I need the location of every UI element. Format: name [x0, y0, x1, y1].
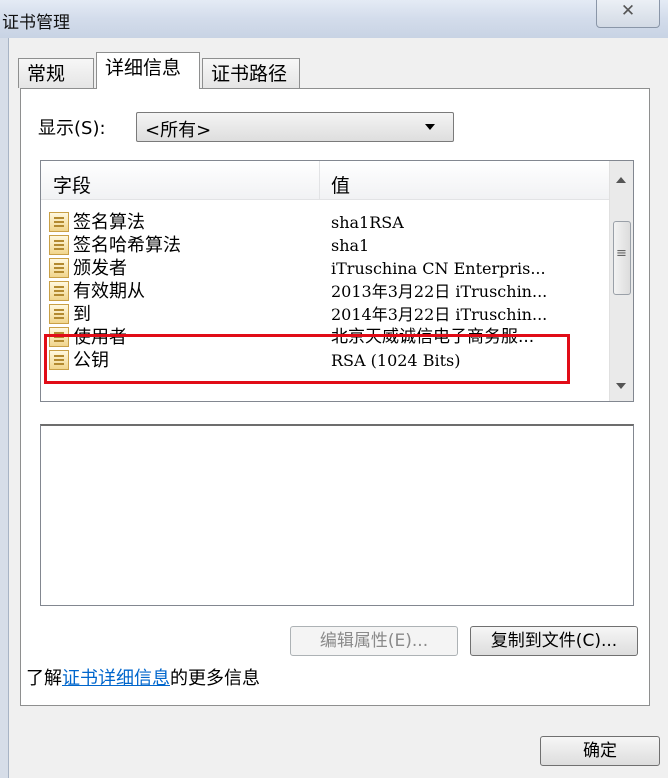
- column-header-field[interactable]: 字段: [53, 171, 91, 198]
- edit-properties-button[interactable]: 编辑属性(E)...: [290, 626, 458, 656]
- tab-cert-path[interactable]: 证书路径: [202, 58, 300, 88]
- certificate-field-icon: [49, 235, 69, 255]
- list-header: 字段 值: [41, 161, 609, 200]
- tab-details-label: 详细信息: [105, 57, 182, 79]
- column-divider[interactable]: [319, 161, 320, 199]
- list-item[interactable]: 签名哈希算法 sha1: [41, 234, 609, 257]
- certificate-field-icon: [49, 258, 69, 278]
- list-item-value: sha1: [331, 236, 370, 255]
- tab-cert-path-label: 证书路径: [211, 63, 288, 85]
- close-icon: ✕: [620, 1, 636, 21]
- cert-details-link[interactable]: 证书详细信息: [62, 668, 170, 689]
- certificate-field-icon: [49, 304, 69, 324]
- certificate-field-icon: [49, 212, 69, 232]
- show-select[interactable]: <所有>: [136, 112, 454, 142]
- tab-general[interactable]: 常规: [18, 58, 94, 88]
- list-item-field: 到: [73, 304, 91, 325]
- list-item[interactable]: 颁发者 iTruschina CN Enterpris...: [41, 257, 609, 280]
- window-title: 证书管理: [2, 13, 70, 33]
- show-select-value: <所有>: [145, 120, 212, 141]
- red-annotation-box: [44, 334, 570, 384]
- chevron-down-icon: [425, 124, 435, 130]
- copy-to-file-button[interactable]: 复制到文件(C)...: [470, 626, 638, 656]
- tab-details[interactable]: 详细信息: [96, 52, 200, 89]
- list-item-value: sha1RSA: [331, 213, 404, 232]
- list-item-value: iTruschina CN Enterpris...: [331, 259, 546, 278]
- list-item[interactable]: 有效期从 2013年3月22日 iTruschin...: [41, 280, 609, 303]
- list-item-value: 2013年3月22日 iTruschin...: [331, 282, 548, 301]
- tab-general-label: 常规: [27, 63, 66, 85]
- ok-button[interactable]: 确定: [540, 736, 660, 766]
- list-item-value: 2014年3月22日 iTruschin...: [331, 305, 548, 324]
- list-item[interactable]: 到 2014年3月22日 iTruschin...: [41, 303, 609, 326]
- learn-more-text: 了解证书详细信息的更多信息: [26, 664, 260, 690]
- learn-more-suffix: 的更多信息: [170, 668, 260, 689]
- list-item-field: 颁发者: [73, 258, 127, 279]
- vertical-scrollbar[interactable]: [609, 161, 633, 401]
- list-item[interactable]: 签名算法 sha1RSA: [41, 211, 609, 234]
- list-item-field: 签名哈希算法: [73, 235, 181, 256]
- certificate-field-icon: [49, 281, 69, 301]
- field-detail-textbox[interactable]: [40, 424, 634, 606]
- column-header-value[interactable]: 值: [331, 171, 350, 198]
- list-item-field: 签名算法: [73, 212, 145, 233]
- scroll-down-arrow-icon[interactable]: [616, 383, 626, 389]
- list-item-field: 有效期从: [73, 281, 145, 302]
- close-button[interactable]: ✕: [596, 0, 660, 28]
- show-label: 显示(S):: [38, 118, 106, 139]
- scroll-thumb[interactable]: [613, 221, 631, 295]
- title-bar: 证书管理 ✕: [0, 0, 668, 38]
- learn-more-prefix: 了解: [26, 668, 62, 689]
- scroll-up-arrow-icon[interactable]: [616, 177, 626, 183]
